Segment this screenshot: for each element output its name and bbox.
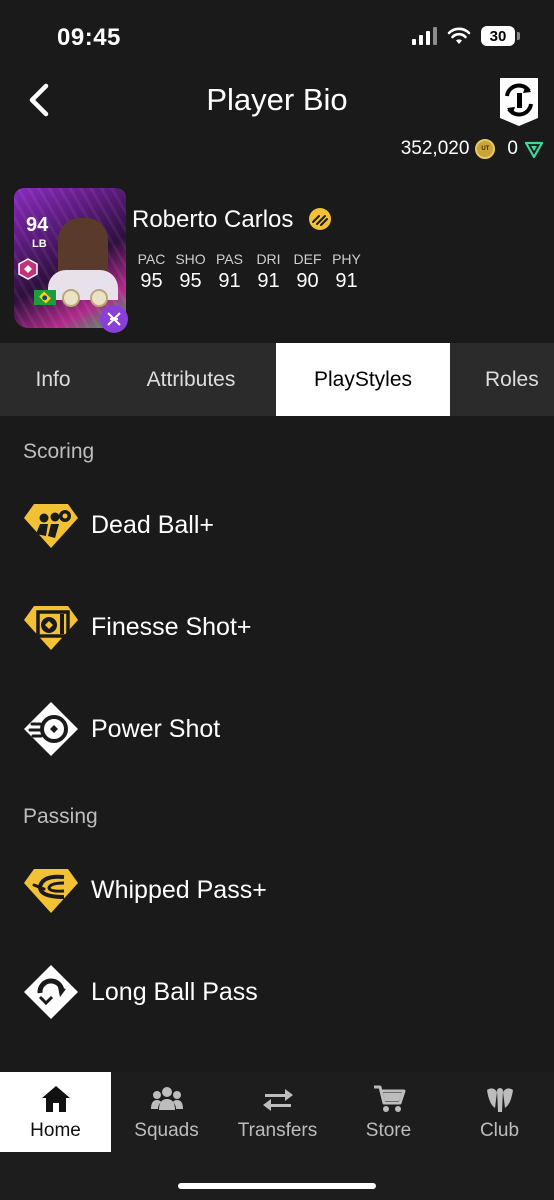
bottom-nav: Home Squads Transfers Store Club bbox=[0, 1072, 554, 1200]
transfers-icon bbox=[262, 1089, 293, 1111]
playstyle-long-ball-pass[interactable]: Long Ball Pass bbox=[0, 942, 554, 1042]
compare-button[interactable] bbox=[496, 74, 542, 128]
home-icon bbox=[41, 1086, 70, 1112]
nav-label: Transfers bbox=[237, 1120, 318, 1141]
stat-label: PHY bbox=[332, 251, 361, 267]
fc-points-icon bbox=[524, 141, 544, 159]
card-position: LB bbox=[32, 238, 47, 250]
playstyle-power-shot[interactable]: Power Shot bbox=[0, 679, 554, 779]
stat-value: 90 bbox=[296, 270, 319, 292]
stat-label: PAS bbox=[216, 251, 243, 267]
stat-value: 91 bbox=[218, 270, 241, 292]
face-stats: PAC 95 SHO 95 PAS 91 DRI 91 DEF 90 PHY 9… bbox=[132, 251, 366, 293]
evolution-badge-icon bbox=[100, 305, 128, 333]
playstyle-finesse-shot-plus[interactable]: Finesse Shot+ bbox=[0, 577, 554, 677]
tab-playstyles[interactable]: PlayStyles bbox=[276, 343, 450, 416]
points-value: 0 bbox=[507, 138, 518, 159]
compare-icon bbox=[500, 78, 538, 126]
coin-icon: UT bbox=[475, 139, 496, 159]
whipped-pass-plus-icon bbox=[24, 869, 78, 913]
stat-dri: DRI 91 bbox=[249, 251, 288, 293]
section-title-passing: Passing bbox=[23, 805, 98, 828]
nav-label: Club bbox=[479, 1120, 520, 1141]
stat-def: DEF 90 bbox=[288, 251, 327, 293]
stat-value: 91 bbox=[257, 270, 280, 292]
nav-club[interactable]: Club bbox=[444, 1072, 554, 1152]
stat-label: SHO bbox=[175, 251, 206, 267]
nation-flag-icon bbox=[34, 290, 56, 305]
dead-ball-plus-icon bbox=[24, 504, 78, 548]
player-summary: 94 LB Roberto Carlos PAC 95 SHO 95 PAS 9… bbox=[0, 185, 554, 335]
nav-store[interactable]: Store bbox=[333, 1072, 444, 1152]
battery-icon: 30 bbox=[481, 26, 520, 46]
wifi-icon bbox=[447, 27, 471, 44]
club-icon bbox=[486, 1088, 513, 1112]
playstyle-dead-ball-plus[interactable]: Dead Ball+ bbox=[0, 475, 554, 575]
tab-bar: Info Attributes PlayStyles Roles bbox=[0, 343, 554, 416]
coins-value: 352,020 bbox=[400, 138, 470, 159]
chemistry-style-icon bbox=[18, 258, 38, 280]
nav-transfers[interactable]: Transfers bbox=[222, 1072, 333, 1152]
nav-label: Store bbox=[365, 1120, 412, 1141]
nav-home[interactable]: Home bbox=[0, 1072, 111, 1152]
page-title: Player Bio bbox=[206, 82, 348, 117]
stat-pas: PAS 91 bbox=[210, 251, 249, 293]
status-icons: 30 bbox=[412, 26, 520, 46]
playstyle-label: Finesse Shot+ bbox=[91, 612, 252, 641]
header: Player Bio bbox=[0, 70, 554, 134]
stat-label: DEF bbox=[293, 251, 322, 267]
status-bar: 09:45 30 bbox=[0, 0, 554, 70]
stat-pac: PAC 95 bbox=[132, 251, 171, 293]
squads-icon bbox=[150, 1087, 183, 1110]
tab-info[interactable]: Info bbox=[0, 343, 106, 416]
stat-value: 91 bbox=[335, 270, 358, 292]
playstyle-label: Dead Ball+ bbox=[91, 510, 214, 539]
player-name: Roberto Carlos bbox=[132, 206, 294, 233]
currency-bar: 352,020 UT 0 bbox=[401, 138, 544, 160]
long-ball-pass-icon bbox=[24, 965, 78, 1019]
playstyle-label: Power Shot bbox=[91, 714, 221, 743]
battery-level: 30 bbox=[481, 26, 515, 46]
nav-label: Home bbox=[30, 1120, 81, 1141]
tab-attributes[interactable]: Attributes bbox=[106, 343, 276, 416]
stat-label: PAC bbox=[137, 251, 166, 267]
status-time: 09:45 bbox=[57, 24, 121, 51]
stat-label: DRI bbox=[256, 251, 281, 267]
store-icon bbox=[373, 1085, 405, 1112]
tab-roles[interactable]: Roles bbox=[450, 343, 554, 416]
special-card-icon bbox=[309, 208, 331, 230]
league-badge-icon bbox=[62, 289, 80, 307]
stat-value: 95 bbox=[179, 270, 202, 292]
nav-label: Squads bbox=[134, 1120, 199, 1141]
stat-phy: PHY 91 bbox=[327, 251, 366, 293]
playstyle-label: Long Ball Pass bbox=[91, 977, 258, 1006]
finesse-shot-plus-icon bbox=[24, 606, 78, 650]
nav-squads[interactable]: Squads bbox=[111, 1072, 222, 1152]
club-badge-icon bbox=[90, 289, 108, 307]
playstyle-label: Whipped Pass+ bbox=[91, 875, 267, 904]
home-indicator bbox=[178, 1183, 376, 1189]
power-shot-icon bbox=[24, 702, 78, 756]
playstyle-whipped-pass-plus[interactable]: Whipped Pass+ bbox=[0, 840, 554, 940]
signal-icon bbox=[412, 27, 437, 45]
section-title-scoring: Scoring bbox=[23, 440, 95, 463]
card-rating: 94 bbox=[26, 214, 49, 236]
stat-value: 95 bbox=[140, 270, 163, 292]
stat-sho: SHO 95 bbox=[171, 251, 210, 293]
